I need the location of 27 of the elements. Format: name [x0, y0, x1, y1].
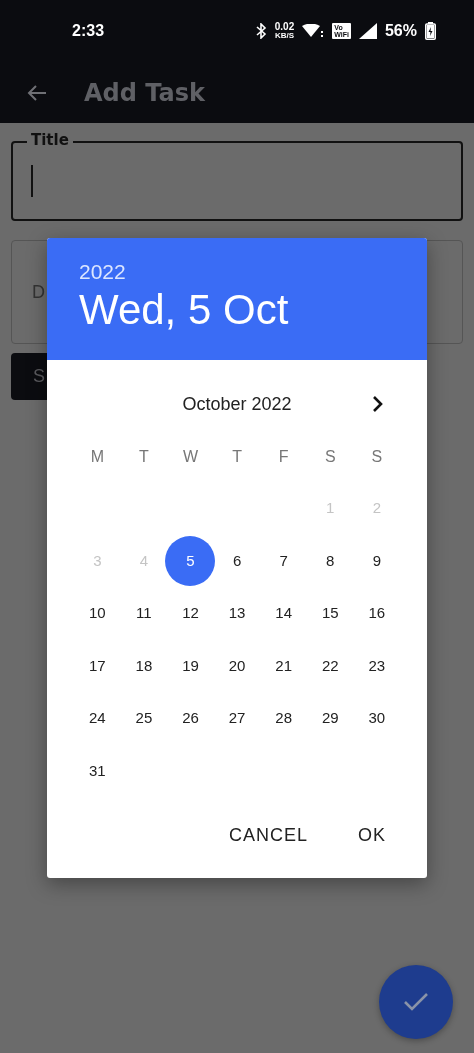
signal-icon	[358, 23, 377, 39]
bluetooth-icon	[254, 23, 267, 39]
weekday-label: S	[324, 447, 336, 467]
battery-percent: 56%	[384, 22, 417, 40]
ok-button[interactable]: OK	[344, 817, 400, 854]
app-bar-title: Add Task	[84, 78, 205, 107]
weekday-label: S	[371, 447, 383, 467]
calendar-day[interactable]: 5	[165, 535, 216, 586]
battery-icon	[425, 22, 436, 40]
weekday-label: W	[182, 447, 199, 467]
speed-unit: KB/S	[274, 32, 295, 40]
weekday-label: F	[278, 447, 289, 467]
weekday-label: M	[90, 447, 104, 467]
month-title: October 2022	[182, 393, 292, 415]
weekday-label: T	[232, 447, 242, 467]
title-input-field[interactable]: Title	[11, 130, 463, 221]
wifi-icon	[302, 24, 325, 38]
speed-value: 0.02	[274, 22, 295, 32]
text-cursor	[31, 165, 33, 197]
weekday-label: T	[139, 447, 149, 467]
selected-year[interactable]: 2022	[79, 260, 126, 284]
selected-date: Wed, 5 Oct	[79, 285, 289, 335]
status-time: 2:33	[72, 22, 105, 40]
next-month-icon[interactable]	[371, 395, 385, 413]
cancel-button[interactable]: CANCEL	[214, 817, 322, 854]
check-icon	[403, 992, 429, 1012]
calendar-day[interactable]: 31	[72, 745, 123, 796]
